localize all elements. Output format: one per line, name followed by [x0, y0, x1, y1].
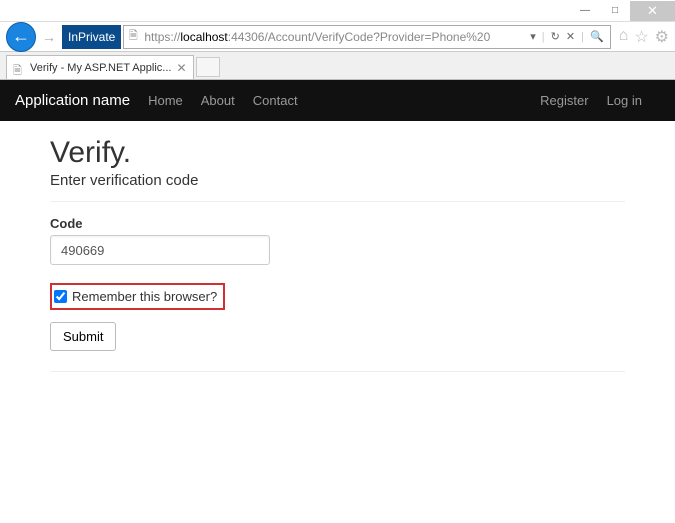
home-icon[interactable]: ⌂ [619, 27, 629, 47]
remember-label: Remember this browser? [72, 289, 217, 304]
url-text: https://localhost:44306/Account/VerifyCo… [142, 30, 528, 44]
tab-page-icon: 🗎 [13, 62, 25, 74]
settings-icon[interactable]: ⚙ [655, 27, 669, 47]
tab-close-icon[interactable]: ✕ [176, 61, 186, 75]
nav-link-home[interactable]: Home [148, 93, 183, 108]
browser-tab-row: 🗎 Verify - My ASP.NET Applic... ✕ [0, 52, 675, 80]
navbar-brand[interactable]: Application name [15, 92, 130, 109]
footer-divider [50, 371, 625, 372]
page-viewport: Application name Home About Contact Regi… [0, 80, 675, 523]
search-icon[interactable]: 🔍 [588, 30, 606, 43]
remember-checkbox[interactable] [54, 290, 67, 303]
forward-button[interactable]: → [38, 26, 60, 48]
nav-link-contact[interactable]: Contact [253, 93, 298, 108]
close-window-button[interactable]: ✕ [630, 1, 675, 21]
page-title: Verify. [50, 136, 625, 170]
nav-link-login[interactable]: Log in [607, 93, 642, 108]
url-input[interactable]: 🗎 https://localhost:44306/Account/Verify… [123, 25, 610, 49]
site-navbar: Application name Home About Contact Regi… [0, 80, 675, 121]
new-tab-button[interactable] [196, 57, 220, 77]
browser-address-bar: ← → InPrivate 🗎 https://localhost:44306/… [0, 22, 675, 52]
stop-icon[interactable]: ✕ [564, 30, 577, 43]
divider [50, 201, 625, 202]
browser-tab[interactable]: 🗎 Verify - My ASP.NET Applic... ✕ [6, 55, 194, 79]
nav-link-register[interactable]: Register [540, 93, 588, 108]
window-titlebar: — □ ✕ [0, 0, 675, 22]
nav-link-about[interactable]: About [201, 93, 235, 108]
remember-checkbox-row[interactable]: Remember this browser? [52, 285, 223, 308]
browser-toolbar-icons: ⌂ ☆ ⚙ [613, 27, 669, 47]
remember-highlight-box: Remember this browser? [50, 283, 225, 310]
back-button[interactable]: ← [6, 22, 36, 52]
url-path: :44306/Account/VerifyCode?Provider=Phone… [228, 30, 491, 44]
code-input[interactable] [50, 235, 270, 265]
page-subtitle: Enter verification code [50, 172, 625, 189]
url-controls: ▾ | ↻ ✕ | 🔍 [528, 30, 609, 43]
forward-arrow-icon: → [42, 29, 56, 45]
tab-title: Verify - My ASP.NET Applic... [30, 62, 171, 74]
code-form-group: Code [50, 216, 625, 265]
submit-button[interactable]: Submit [50, 322, 116, 351]
page-icon: 🗎 [124, 28, 142, 46]
code-label: Code [50, 216, 625, 231]
refresh-icon[interactable]: ↻ [549, 30, 562, 43]
minimize-button[interactable]: — [570, 1, 600, 21]
favorites-icon[interactable]: ☆ [634, 27, 648, 47]
inprivate-badge: InPrivate [62, 25, 121, 49]
back-arrow-icon: ← [12, 26, 30, 47]
url-scheme: https:// [144, 30, 180, 44]
url-host: localhost [180, 30, 227, 44]
page-content: Verify. Enter verification code Code Rem… [15, 121, 660, 393]
maximize-button[interactable]: □ [600, 1, 630, 21]
url-dropdown-icon[interactable]: ▾ [528, 30, 538, 43]
